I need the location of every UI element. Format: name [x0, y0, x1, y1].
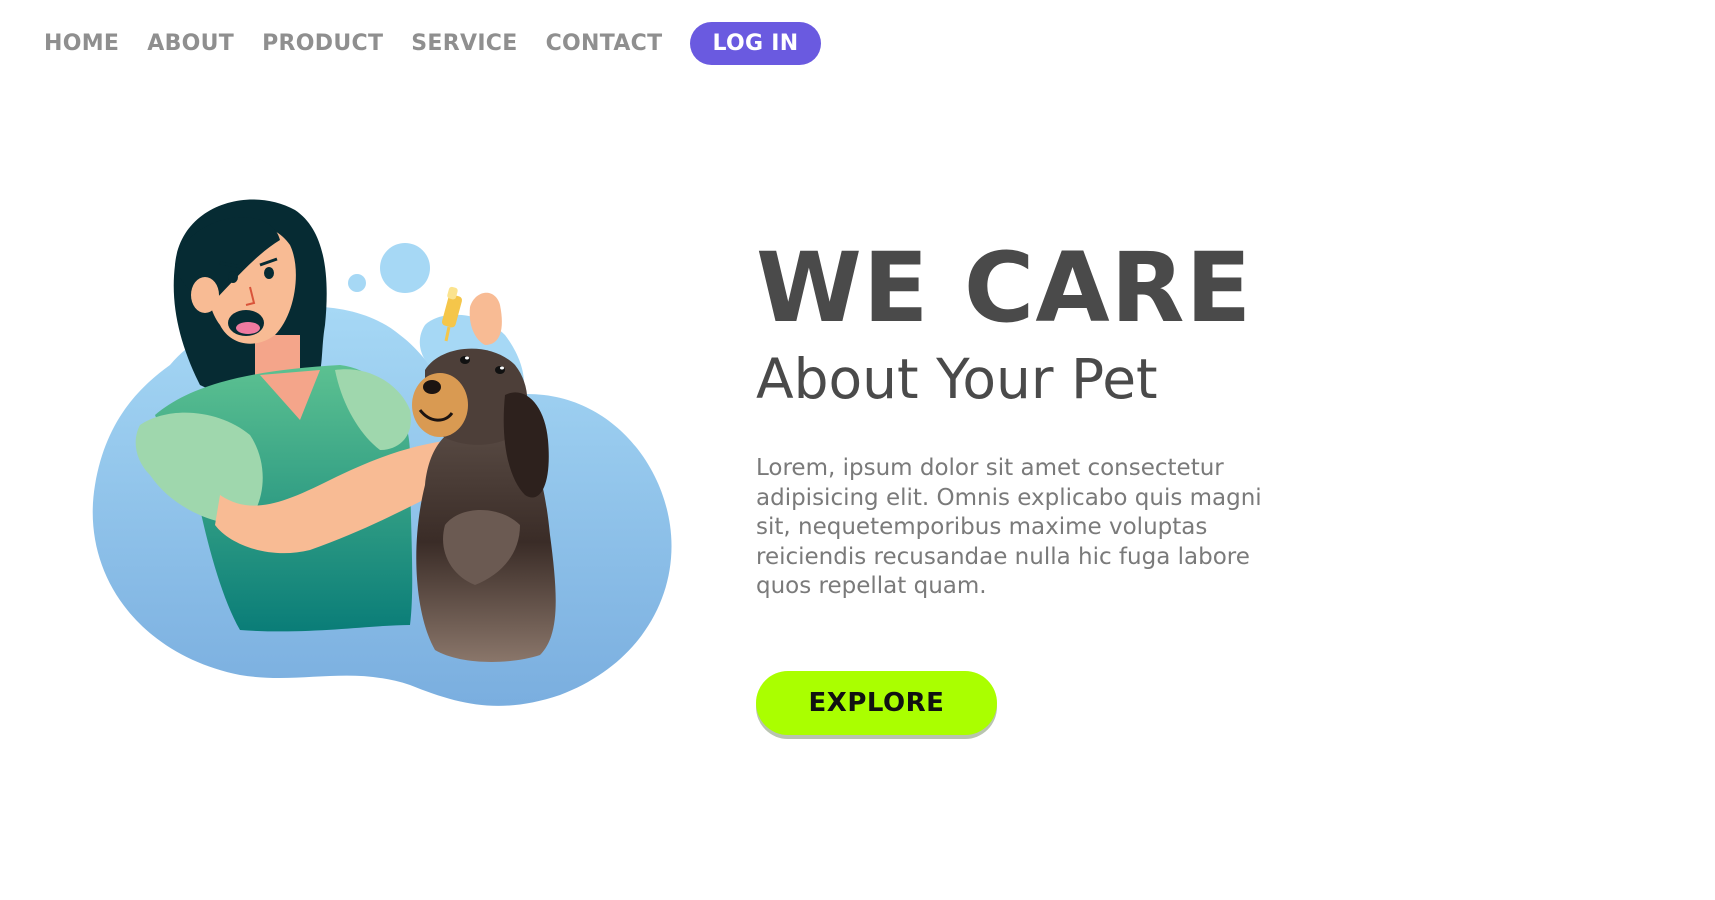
hero-subtitle: About Your Pet: [756, 347, 1158, 411]
nav-service-link[interactable]: SERVICE: [411, 31, 517, 56]
nav-product-link[interactable]: PRODUCT: [262, 31, 383, 56]
woman-with-dog-illustration: [92, 199, 672, 706]
hero-illustration: [80, 195, 680, 735]
hero-text-block: WE CARE About Your Pet Lorem, ipsum dolo…: [756, 238, 1316, 602]
login-button[interactable]: LOG IN: [690, 22, 821, 65]
nav-about-link[interactable]: ABOUT: [147, 31, 234, 56]
explore-button[interactable]: EXPLORE: [756, 671, 997, 735]
nav-home-link[interactable]: HOME: [44, 31, 119, 56]
nav-contact-link[interactable]: CONTACT: [546, 31, 663, 56]
main-nav: HOME ABOUT PRODUCT SERVICE CONTACT LOG I…: [44, 22, 821, 65]
hero-title: WE CARE: [756, 232, 1253, 344]
hero-description: Lorem, ipsum dolor sit amet consectetur …: [756, 455, 1262, 599]
